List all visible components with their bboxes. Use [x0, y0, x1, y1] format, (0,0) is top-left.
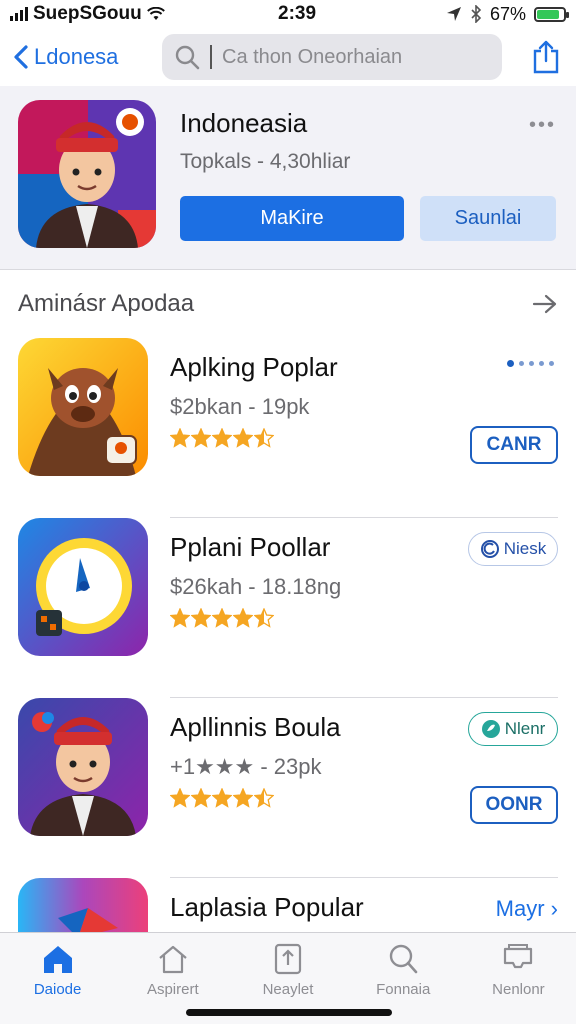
star-icon — [212, 788, 232, 808]
more-options-button[interactable]: ••• — [529, 114, 556, 137]
featured-app-card: Indoneasia Topkals - 4,30hliar ••• MaKir… — [0, 86, 576, 270]
home-icon — [43, 946, 72, 973]
battery-icon — [534, 6, 569, 22]
bird-icon — [18, 878, 148, 932]
wifi-icon — [146, 7, 165, 20]
badge-label: Nlenr — [504, 719, 546, 738]
share-button[interactable] — [528, 37, 564, 77]
house-outline-icon — [159, 945, 187, 974]
app-subtitle: $26kah - 18.18ng — [170, 574, 342, 599]
app-name: Laplasia Popular — [170, 892, 364, 922]
navigation-bar: Ldonesa Ca thon Oneorhaian — [0, 28, 576, 86]
tray-icon — [504, 944, 533, 969]
status-badge[interactable]: Nlenr — [468, 712, 558, 746]
app-icon[interactable] — [18, 878, 148, 932]
section-title: Aminásr Apodaa — [18, 290, 195, 317]
clock-icon — [18, 518, 148, 656]
search-field[interactable]: Ca thon Oneorhaian — [162, 34, 502, 80]
star-rating — [170, 788, 274, 808]
app-name: Aplking Poplar — [170, 352, 338, 382]
star-icon — [233, 608, 253, 628]
bluetooth-icon — [471, 5, 482, 23]
star-icon — [212, 428, 232, 448]
carrier-label: SuepSGouu — [33, 3, 142, 24]
avatar-icon — [18, 100, 156, 248]
refresh-icon — [480, 540, 499, 558]
back-label: Ldonesa — [34, 44, 119, 69]
list-item[interactable]: Apllinnis Boula +1★★★ - 23pk Nlenr OONR — [0, 698, 576, 878]
back-button[interactable]: Ldonesa — [12, 44, 162, 70]
tab-label: Daiode — [33, 981, 82, 998]
star-icon — [254, 788, 274, 808]
star-icon — [233, 428, 253, 448]
cartoon-deer-icon — [18, 338, 148, 476]
search-icon — [390, 944, 418, 974]
star-icon — [233, 788, 253, 808]
secondary-action-button[interactable]: Saunlai — [420, 196, 556, 241]
star-icon — [212, 608, 232, 628]
app-icon[interactable] — [18, 518, 148, 656]
text-cursor — [210, 45, 212, 69]
star-icon — [254, 428, 274, 448]
star-icon — [191, 608, 211, 628]
badge-label: Niesk — [503, 539, 547, 558]
upload-icon — [274, 943, 302, 975]
app-icon[interactable] — [18, 338, 148, 476]
location-icon — [446, 7, 461, 21]
get-button[interactable]: CANR — [470, 426, 558, 464]
tab-label: Neaylet — [262, 981, 314, 998]
tab-label: Fonnaia — [376, 981, 431, 998]
featured-app-title: Indoneasia — [180, 108, 308, 138]
home-indicator — [186, 1009, 392, 1016]
share-icon — [533, 40, 559, 74]
leaf-icon — [481, 720, 500, 738]
list-item[interactable]: Pplani Poollar $26kah - 18.18ng Niesk — [0, 518, 576, 698]
tab-inbox[interactable]: Nenlonr — [461, 933, 576, 1024]
avatar-icon — [18, 698, 148, 836]
search-icon — [175, 45, 200, 70]
battery-percent: 67% — [489, 3, 526, 24]
featured-app-subtitle: Topkals - 4,30hliar — [180, 150, 351, 173]
star-icon — [170, 788, 190, 808]
app-icon[interactable] — [18, 698, 148, 836]
tab-label: Nenlonr — [492, 981, 545, 998]
app-subtitle: +1★★★ - 23pk — [170, 754, 322, 779]
list-item[interactable]: Aplking Poplar $2bkan - 19pk CANR — [0, 338, 576, 518]
featured-app-icon[interactable] — [18, 100, 156, 248]
star-icon — [254, 608, 274, 628]
more-link[interactable]: Mayr › — [496, 896, 558, 922]
section-header: Aminásr Apodaa — [18, 290, 558, 318]
get-button[interactable]: OONR — [470, 786, 558, 824]
search-placeholder: Ca thon Oneorhaian — [222, 45, 403, 68]
list-item[interactable]: Laplasia Popular Mayr › — [0, 878, 576, 932]
tab-label: Aspirert — [146, 981, 199, 998]
star-icon — [191, 428, 211, 448]
app-name: Apllinnis Boula — [170, 712, 341, 742]
app-subtitle: $2bkan - 19pk — [170, 394, 310, 419]
page-dots — [507, 360, 554, 367]
star-rating — [170, 608, 274, 628]
star-rating — [170, 428, 274, 448]
star-icon — [170, 608, 190, 628]
primary-action-button[interactable]: MaKire — [180, 196, 404, 241]
star-icon — [170, 428, 190, 448]
status-bar: SuepSGouu 2:39 67% — [0, 0, 576, 28]
app-name: Pplani Poollar — [170, 532, 331, 562]
star-icon — [191, 788, 211, 808]
signal-icon — [10, 7, 28, 21]
tab-home[interactable]: Daiode — [0, 933, 115, 1024]
status-badge[interactable]: Niesk — [468, 532, 558, 566]
chevron-left-icon — [14, 45, 28, 69]
clock: 2:39 — [278, 3, 317, 24]
arrow-right-icon[interactable] — [532, 293, 558, 315]
